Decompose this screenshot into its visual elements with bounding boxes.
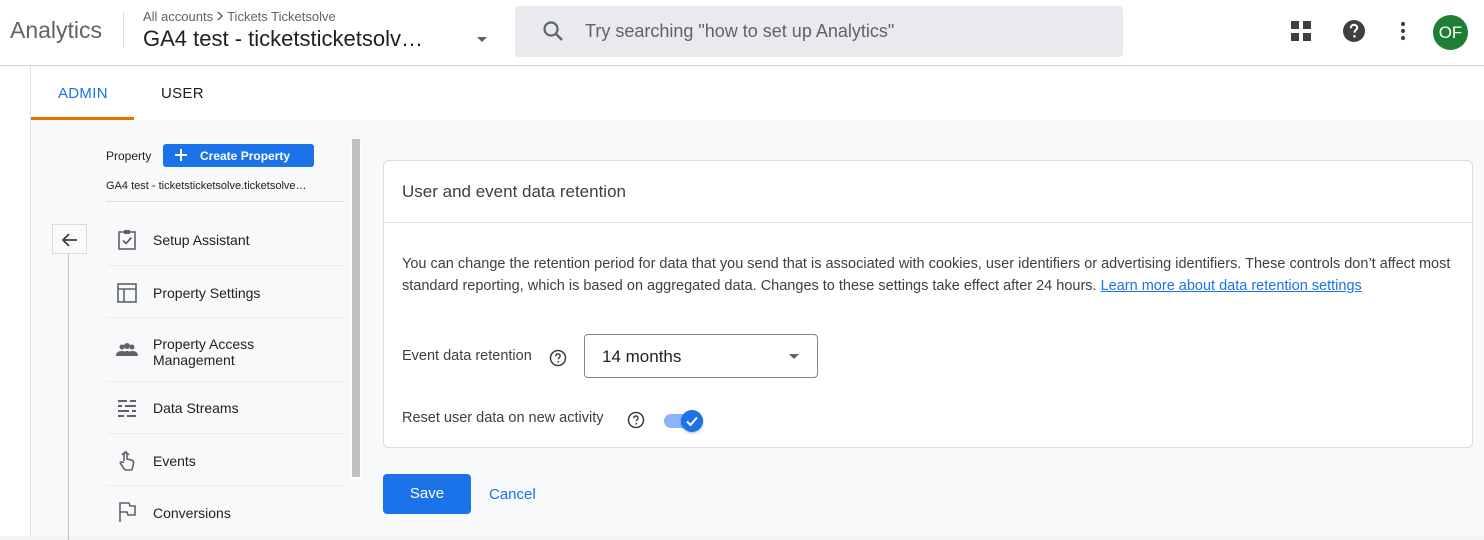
admin-area: Property Create Property GA4 test - tick…	[31, 120, 1484, 540]
create-property-label: Create Property	[200, 149, 291, 163]
divider	[123, 12, 124, 48]
streams-icon	[118, 400, 136, 417]
card-title: User and event data retention	[402, 182, 626, 201]
touch-icon	[119, 451, 135, 471]
save-button[interactable]: Save	[383, 474, 471, 514]
breadcrumb-account[interactable]: Tickets Ticketsolve	[227, 9, 336, 24]
admin-content: ADMIN USER Property Create Property GA4 …	[31, 67, 1484, 540]
nav-item-label: Data Streams	[153, 400, 239, 416]
check-icon	[686, 416, 698, 427]
nav-item-label: Property Access Management	[153, 336, 255, 368]
nav-item-property-settings[interactable]: Property Settings	[107, 266, 344, 318]
top-bar: Analytics All accounts Tickets Ticketsol…	[0, 0, 1484, 66]
search-input[interactable]: Try searching "how to set up Analytics"	[585, 21, 894, 42]
search-box[interactable]: Try searching "how to set up Analytics"	[515, 6, 1123, 57]
event-retention-label: Event data retention	[402, 348, 532, 364]
help-outline-icon[interactable]	[627, 411, 645, 429]
help-icon[interactable]	[1342, 19, 1366, 43]
dropdown-caret-icon[interactable]	[477, 37, 487, 42]
reset-user-data-label: Reset user data on new activity	[402, 410, 604, 426]
search-icon	[543, 21, 563, 41]
property-label: Property	[106, 149, 152, 163]
create-property-button[interactable]: Create Property	[163, 144, 314, 167]
nav-item-events[interactable]: Events	[107, 434, 344, 486]
back-button[interactable]	[52, 224, 87, 254]
reset-user-data-toggle[interactable]	[664, 410, 704, 432]
data-retention-card: User and event data retention You can ch…	[383, 160, 1473, 448]
property-layout-icon	[117, 283, 137, 303]
flag-icon	[119, 502, 136, 522]
learn-more-link[interactable]: Learn more about data retention settings	[1101, 278, 1362, 294]
nav-scrollbar-thumb[interactable]	[352, 139, 360, 477]
card-divider	[384, 222, 1472, 223]
plus-icon	[175, 149, 187, 161]
apps-grid-icon[interactable]	[1289, 19, 1313, 43]
nav-item-label: Property Settings	[153, 285, 261, 301]
nav-item-setup-assistant[interactable]: Setup Assistant	[107, 213, 344, 266]
nav-tree-line	[68, 250, 69, 540]
breadcrumb[interactable]: All accounts Tickets Ticketsolve	[143, 9, 336, 24]
help-outline-icon[interactable]	[549, 349, 567, 367]
more-vert-icon[interactable]	[1391, 19, 1415, 43]
property-selector[interactable]: GA4 test - ticketsticketsolv…	[143, 26, 423, 52]
clipboard-check-icon	[118, 230, 136, 250]
property-name[interactable]: GA4 test - ticketsticketsolve.ticketsolv…	[106, 180, 344, 202]
people-icon	[116, 343, 138, 356]
nav-item-conversions[interactable]: Conversions	[107, 486, 344, 538]
nav-item-label: Conversions	[153, 505, 231, 521]
cancel-button[interactable]: Cancel	[489, 486, 536, 503]
arrow-back-icon	[61, 233, 77, 247]
event-retention-value: 14 months	[602, 347, 682, 366]
nav-item-property-access-management[interactable]: Property Access Management	[107, 318, 344, 382]
avatar[interactable]: OF	[1433, 15, 1468, 50]
nav-item-data-streams[interactable]: Data Streams	[107, 382, 344, 434]
tab-bar: ADMIN USER	[31, 67, 1484, 120]
nav-item-label: Events	[153, 453, 196, 469]
tab-user[interactable]: USER	[161, 85, 204, 102]
chevron-right-icon	[215, 9, 225, 24]
app-name[interactable]: Analytics	[10, 17, 102, 44]
tab-admin[interactable]: ADMIN	[58, 85, 108, 102]
property-nav-panel: Property Create Property GA4 test - tick…	[31, 120, 362, 540]
event-retention-select[interactable]: 14 months	[584, 334, 818, 378]
nav-item-label: Setup Assistant	[153, 232, 250, 248]
toggle-thumb	[681, 410, 703, 432]
dropdown-caret-icon	[789, 354, 799, 359]
left-nav-rail	[0, 67, 31, 536]
breadcrumb-all-accounts[interactable]: All accounts	[143, 9, 213, 24]
card-description: You can change the retention period for …	[402, 253, 1462, 297]
